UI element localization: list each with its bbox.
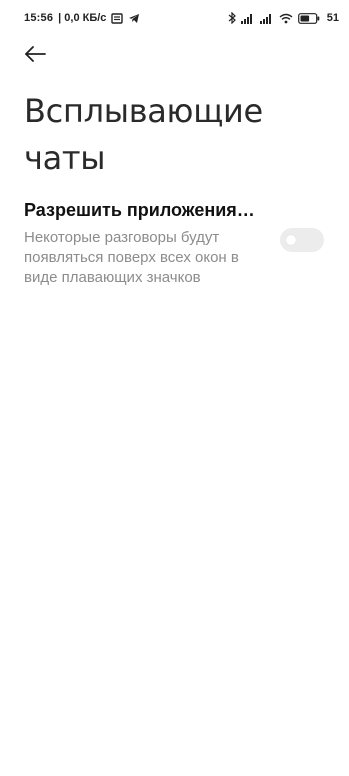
battery-level: 51 — [326, 12, 339, 24]
setting-description: Некоторые разговоры будут появляться пов… — [24, 229, 239, 286]
network-speed: | 0,0 КБ/с — [58, 12, 107, 24]
status-bar: 15:56 | 0,0 КБ/с 51 — [0, 0, 349, 36]
status-bar-right: 51 — [228, 12, 339, 24]
bluetooth-icon — [228, 12, 236, 24]
notification-icon — [111, 12, 124, 24]
wifi-icon — [279, 13, 293, 24]
status-bar-left: 15:56 | 0,0 КБ/с — [24, 12, 140, 24]
telegram-icon — [128, 13, 140, 24]
allow-bubbles-toggle[interactable] — [280, 228, 324, 252]
page-title: Всплывающие чаты — [24, 92, 263, 177]
signal-icon — [259, 13, 274, 24]
status-time: 15:56 — [24, 12, 54, 24]
setting-title: Разрешить приложения… — [24, 200, 255, 220]
setting-row-allow-apps[interactable]: Разрешить приложения… Некоторые разговор… — [24, 198, 329, 294]
toggle-knob — [286, 235, 296, 245]
back-button[interactable] — [24, 44, 52, 68]
battery-icon — [297, 12, 320, 24]
arrow-left-icon — [24, 45, 46, 67]
signal-icon — [240, 13, 255, 24]
